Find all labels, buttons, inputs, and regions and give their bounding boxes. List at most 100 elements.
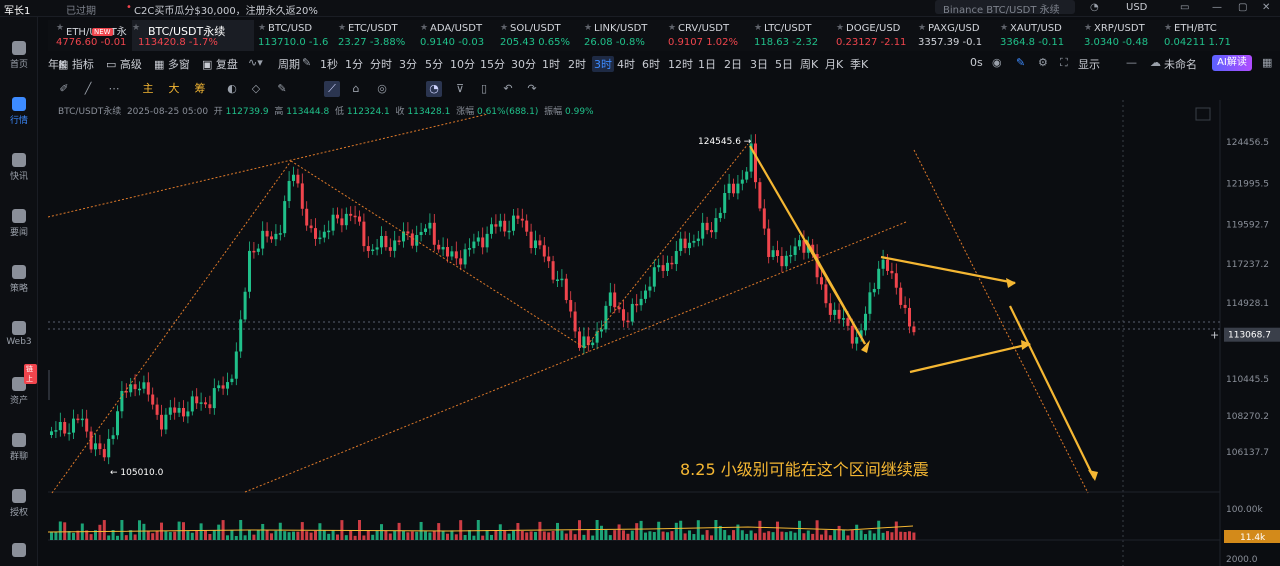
mail-icon[interactable]: ▭ — [1180, 2, 1189, 13]
maximize-icon[interactable]: ▢ — [1238, 2, 1247, 13]
interval-6[interactable]: 15分 — [480, 56, 505, 72]
star-icon[interactable]: ★ — [836, 23, 844, 33]
user-name[interactable]: 军长1 — [4, 2, 30, 17]
more-icon[interactable]: ⋯ — [106, 81, 122, 97]
display-button[interactable]: 显示 — [1078, 56, 1100, 72]
settings-icon[interactable]: ⚙ — [1038, 56, 1048, 69]
ruler-icon[interactable]: ✐ — [56, 81, 72, 97]
ticker-tab[interactable]: ★ LINK/USDT 26.08 -0.8% — [584, 20, 664, 51]
fullscreen-icon[interactable]: ⛶ — [1060, 56, 1068, 70]
interval-19[interactable]: 月K — [825, 56, 843, 72]
interval-14[interactable]: 1日 — [698, 56, 716, 72]
price-chart[interactable]: 124456.5 121995.5 119592.7 117237.2 114928.1… — [48, 100, 1280, 566]
star-icon[interactable]: ★ — [1000, 23, 1008, 33]
ticker-tab[interactable]: ★ DOGE/USD 0.23127 -2.11 — [836, 20, 914, 51]
star-icon[interactable]: ★ — [584, 23, 592, 33]
main-indicator-button[interactable]: 主 — [140, 81, 156, 97]
trend-tool-icon[interactable]: ⟋ — [324, 81, 340, 97]
interval-4[interactable]: 5分 — [425, 56, 443, 72]
sidebar-item-flash[interactable]: 快讯 — [0, 153, 38, 182]
ticker-tab[interactable]: ★ XAUT/USD 3364.8 -0.11 — [1000, 20, 1080, 51]
interval-8[interactable]: 1时 — [542, 56, 560, 72]
interval-18[interactable]: 周K — [800, 56, 818, 72]
ticker-tab[interactable]: ★ SOL/USDT 205.43 0.65% — [500, 20, 580, 51]
interval-5[interactable]: 10分 — [450, 56, 475, 72]
period-button[interactable]: 周期 — [278, 56, 300, 72]
interval-13[interactable]: 12时 — [668, 56, 693, 72]
replay-button[interactable]: ▣ 复盘 — [202, 56, 238, 72]
big-indicator-button[interactable]: 大 — [166, 81, 182, 97]
search-input[interactable]: Binance BTC/USDT 永续 — [935, 0, 1075, 16]
eraser-icon[interactable]: ◇ — [248, 81, 264, 97]
ai-analysis-button[interactable]: AI解读 — [1212, 55, 1252, 71]
star-icon[interactable]: ★ — [1084, 23, 1092, 33]
sidebar-item-web3[interactable]: Web3 — [0, 321, 38, 347]
star-icon[interactable]: ★ — [500, 23, 508, 33]
star-icon[interactable]: ★ — [56, 23, 64, 33]
interval-16[interactable]: 3日 — [750, 56, 768, 72]
chip-indicator-button[interactable]: 筹 — [192, 81, 208, 97]
ticker-tab[interactable]: ★ ADA/USDT 0.9140 -0.03 — [420, 20, 496, 51]
ticker-tab[interactable]: ★ LTC/USDT 118.63 -2.32 — [754, 20, 832, 51]
chart-area[interactable]: BTC/USDT永续 2025-08-25 05:00 开 112739.9 高… — [48, 100, 1280, 566]
expired-label[interactable]: 已过期 — [66, 2, 96, 17]
sidebar-item-news[interactable]: 要闻 — [0, 209, 38, 238]
star-icon[interactable]: ★ — [668, 23, 676, 33]
interval-10[interactable]: 3时 — [592, 56, 614, 72]
interval-17[interactable]: 5日 — [775, 56, 793, 72]
star-icon[interactable]: ★ — [918, 23, 926, 33]
star-icon[interactable]: ★ — [258, 23, 266, 33]
ticker-tab[interactable]: ★ CRV/USDT 0.9107 1.02% — [668, 20, 750, 51]
interval-21[interactable]: 年K — [48, 56, 66, 72]
wave-icon[interactable]: ∿▾ — [248, 56, 263, 69]
interval-9[interactable]: 2时 — [568, 56, 586, 72]
interval-1[interactable]: 1分 — [345, 56, 363, 72]
camera-icon[interactable]: ◉ — [992, 56, 1002, 69]
promo-text[interactable]: C2C买币瓜分$30,000，注册永久返20% — [134, 2, 318, 17]
star-icon[interactable]: ★ — [420, 23, 428, 33]
sidebar-item-authorize[interactable]: 授权 — [0, 489, 38, 518]
minus-icon[interactable]: — — [1126, 56, 1137, 69]
ticker-tab[interactable]: ★ XRP/USDT 3.0340 -0.48 — [1084, 20, 1160, 51]
undo-icon[interactable]: ↶ — [500, 81, 516, 97]
sidebar-item-strategy[interactable]: 策略 — [0, 265, 38, 294]
minimize-icon[interactable]: — — [1212, 2, 1222, 13]
sidebar-item-market[interactable]: 行情 — [0, 97, 38, 126]
pencil-icon[interactable]: ✎ — [302, 56, 311, 69]
star-icon[interactable]: ★ — [132, 23, 140, 33]
redo-icon[interactable]: ↷ — [524, 81, 540, 97]
sidebar-item-home[interactable]: 首页 — [0, 41, 38, 70]
magnet-icon[interactable]: ◐ — [224, 81, 240, 97]
interval-20[interactable]: 季K — [850, 56, 868, 72]
interval-0[interactable]: 1秒 — [320, 56, 338, 72]
ticker-tab[interactable]: ★ BTC/USDT永续 113420.8 -1.7% — [132, 20, 254, 51]
sidebar-item-more[interactable] — [0, 543, 38, 559]
multi-window-button[interactable]: ▦ 多窗 — [154, 56, 190, 72]
grid-menu-icon[interactable]: ▦ — [1262, 56, 1272, 69]
star-icon[interactable]: ★ — [338, 23, 346, 33]
interval-3[interactable]: 3分 — [399, 56, 417, 72]
edit-icon[interactable]: ✎ — [1016, 56, 1025, 69]
sidebar-item-chat[interactable]: 群聊 — [0, 433, 38, 462]
star-icon[interactable]: ★ — [1164, 23, 1172, 33]
layout-name[interactable]: 未命名 — [1164, 56, 1197, 72]
star-icon[interactable]: ★ — [754, 23, 762, 33]
currency-select[interactable]: USD — [1126, 2, 1147, 13]
lock-icon[interactable]: ⌂ — [348, 81, 364, 97]
trash-icon[interactable]: ▯ — [476, 81, 492, 97]
filter-icon[interactable]: ⊽ — [452, 81, 468, 97]
interval-15[interactable]: 2日 — [724, 56, 742, 72]
ticker-tab[interactable]: ★ BTC/USD 113710.0 -1.6 — [258, 20, 334, 51]
ticker-tab[interactable]: ★ ETC/USDT 23.27 -3.88% — [338, 20, 416, 51]
hide-icon[interactable]: ◎ — [374, 81, 390, 97]
interval-7[interactable]: 30分 — [511, 56, 536, 72]
line-tool-icon[interactable]: ╱ — [80, 81, 96, 97]
advanced-button[interactable]: ▭ 高级 — [106, 56, 142, 72]
interval-11[interactable]: 4时 — [617, 56, 635, 72]
interval-2[interactable]: 分时 — [370, 56, 392, 72]
ticker-tab[interactable]: ★ PAXG/USD 3357.39 -0.1 — [918, 20, 996, 51]
interval-12[interactable]: 6时 — [642, 56, 660, 72]
bell-icon[interactable]: ◔ — [1090, 2, 1099, 13]
pencil-tool-icon[interactable]: ✎ — [274, 81, 290, 97]
cloud-icon[interactable]: ☁ — [1150, 56, 1161, 69]
